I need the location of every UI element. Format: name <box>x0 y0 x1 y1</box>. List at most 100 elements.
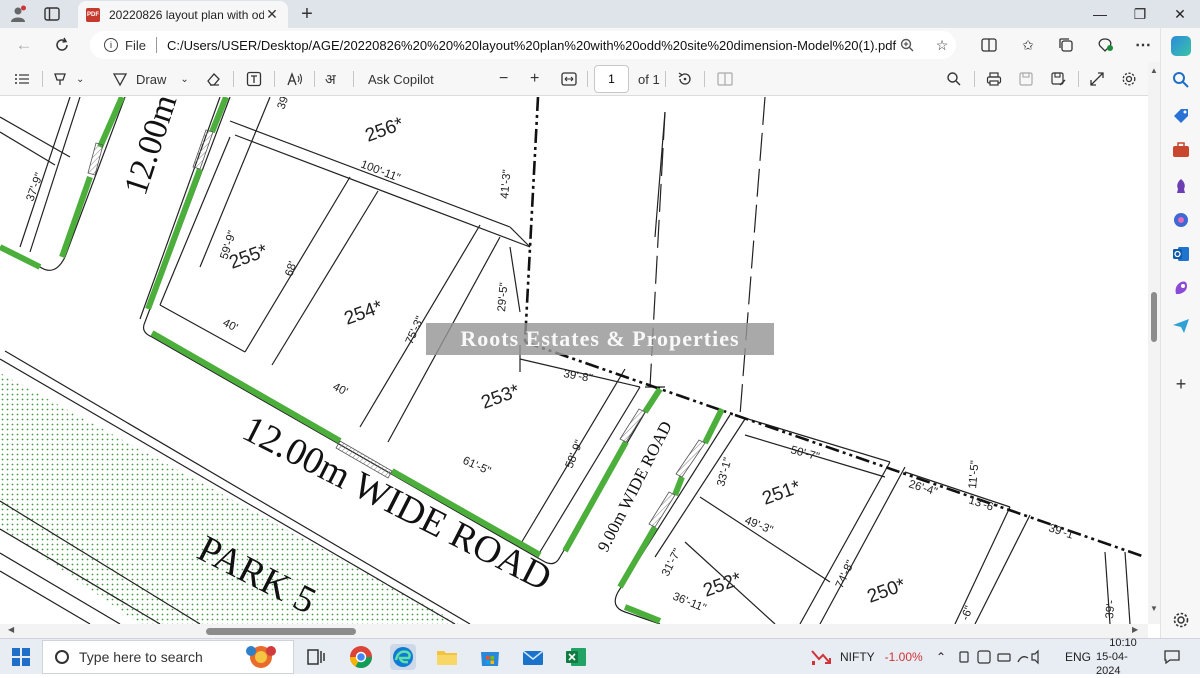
file-explorer-icon[interactable] <box>434 644 460 670</box>
ask-copilot-button[interactable]: Ask Copilot <box>368 70 434 88</box>
chevron-down-icon[interactable]: ⌄ <box>76 74 84 85</box>
zoom-icon[interactable] <box>897 36 917 54</box>
microsoft-store-icon[interactable] <box>477 644 503 670</box>
outlook-icon[interactable] <box>1171 244 1191 264</box>
restore-button[interactable]: ❐ <box>1120 0 1160 28</box>
stock-widget[interactable]: NIFTY -1.00% <box>810 639 923 675</box>
find-icon[interactable] <box>946 70 962 88</box>
page-total-label: of 1 <box>638 71 660 87</box>
notifications-icon[interactable] <box>1163 639 1181 675</box>
dim-label: 68' <box>283 260 299 278</box>
dim-label: 49'-3" <box>743 515 775 537</box>
save-icon[interactable] <box>1018 70 1034 88</box>
draw-tool[interactable]: Draw ⌄ <box>112 70 189 88</box>
vertical-scroll-thumb[interactable] <box>1151 292 1157 342</box>
address-bar-row: ← i File C:/Users/USER/Desktop/AGE/20220… <box>0 28 1160 62</box>
copilot-icon[interactable] <box>1171 36 1191 56</box>
layout-plan-drawing: 12.00m WIDE ROAD 12.00m 9.00m WIDE ROAD … <box>0 97 1146 624</box>
nifty-value: -1.00% <box>884 650 923 664</box>
favorite-star-icon[interactable]: ☆ <box>932 36 952 54</box>
text-box-icon[interactable] <box>246 70 262 88</box>
browser-essentials-icon[interactable] <box>1095 36 1115 54</box>
print-icon[interactable] <box>986 70 1002 88</box>
edge-icon[interactable] <box>390 644 416 670</box>
collections-icon[interactable] <box>1056 36 1076 54</box>
fit-width-icon[interactable] <box>561 70 577 88</box>
search-icon[interactable] <box>1171 70 1191 90</box>
designer-icon[interactable] <box>1171 278 1191 298</box>
page-view-icon[interactable] <box>717 70 733 88</box>
road-side-label: 9.00m WIDE ROAD <box>594 418 676 555</box>
dim-label: 39'-8" <box>562 368 593 385</box>
dim-label: 39' <box>276 97 292 111</box>
scroll-up-icon[interactable]: ▲ <box>1150 66 1158 75</box>
tools-briefcase-icon[interactable] <box>1171 140 1191 160</box>
toolbar-divider <box>704 71 705 87</box>
split-screen-icon[interactable] <box>979 36 999 54</box>
mail-icon[interactable] <box>520 644 546 670</box>
dashed-guide-lines <box>649 97 766 416</box>
favorites-icon[interactable]: ✩ <box>1018 36 1038 54</box>
read-aloud-icon[interactable] <box>286 70 304 88</box>
scroll-down-icon[interactable]: ▼ <box>1150 604 1158 613</box>
toolbar-divider <box>42 71 43 87</box>
info-icon[interactable]: i <box>104 38 118 52</box>
edge-sidebar: + <box>1160 28 1200 638</box>
search-icon <box>55 650 69 664</box>
horizontal-scrollbar[interactable]: ◀ ▶ <box>0 624 1148 638</box>
eraser-icon[interactable] <box>205 70 221 88</box>
horizontal-scroll-thumb[interactable] <box>206 628 356 635</box>
pdf-page-viewport[interactable]: 12.00m WIDE ROAD 12.00m 9.00m WIDE ROAD … <box>0 97 1148 624</box>
plot-label-252: 252* <box>701 568 745 601</box>
scroll-left-icon[interactable]: ◀ <box>8 625 14 634</box>
highlight-icon[interactable]: ⌄ <box>52 70 84 88</box>
settings-more-icon[interactable]: ⋯ <box>1133 36 1153 54</box>
zoom-in-button[interactable]: + <box>530 70 539 88</box>
chrome-icon[interactable] <box>348 644 374 670</box>
pdf-file-icon: PDF <box>86 7 100 22</box>
refresh-button[interactable] <box>50 34 74 56</box>
tab-close-icon[interactable]: ✕ <box>264 6 280 23</box>
dim-label: 31'-7" <box>660 547 684 579</box>
chevron-down-icon[interactable]: ⌄ <box>180 74 188 85</box>
language-indicator[interactable]: ENG <box>1065 639 1091 675</box>
profile-icon[interactable] <box>8 5 28 23</box>
new-tab-button[interactable]: + <box>296 3 318 25</box>
save-as-icon[interactable] <box>1050 70 1066 88</box>
url-divider <box>155 37 157 53</box>
toolbar-divider <box>974 71 975 87</box>
fullscreen-icon[interactable] <box>1089 70 1105 88</box>
show-hidden-icons-chevron-icon[interactable]: ⌃ <box>936 639 946 675</box>
nifty-label: NIFTY <box>840 650 875 664</box>
rotate-icon[interactable] <box>677 70 693 88</box>
minimize-button[interactable]: — <box>1080 0 1120 28</box>
clock[interactable]: 10:10 15-04-2024 <box>1096 637 1150 677</box>
shopping-tag-icon[interactable] <box>1171 106 1191 126</box>
dim-label: 40' <box>331 381 350 399</box>
zoom-out-button[interactable]: − <box>499 70 508 88</box>
page-number-input[interactable] <box>594 65 629 93</box>
url-field[interactable]: i File C:/Users/USER/Desktop/AGE/2022082… <box>90 31 956 59</box>
task-view-icon[interactable] <box>303 644 329 670</box>
add-sidebar-app-button[interactable]: + <box>1171 374 1191 394</box>
vertical-scrollbar[interactable]: ▲ ▼ <box>1148 62 1160 624</box>
send-icon[interactable] <box>1171 316 1191 336</box>
games-chess-icon[interactable] <box>1171 176 1191 196</box>
excel-icon[interactable] <box>563 644 589 670</box>
draw-label: Draw <box>136 71 167 87</box>
scroll-right-icon[interactable]: ▶ <box>1132 625 1138 634</box>
pdf-settings-gear-icon[interactable] <box>1121 70 1137 88</box>
start-button[interactable] <box>12 648 30 666</box>
close-window-button[interactable]: ✕ <box>1160 0 1200 28</box>
tab-actions-icon[interactable] <box>42 5 62 23</box>
dim-label: 13'-6" <box>967 494 999 514</box>
microsoft-365-icon[interactable] <box>1171 210 1191 230</box>
back-button[interactable]: ← <box>12 34 36 56</box>
sidebar-settings-gear-icon[interactable] <box>1171 610 1191 630</box>
translate-icon[interactable]: अ <box>325 70 336 88</box>
tab-active-pdf[interactable]: PDF 20220826 layout plan with odd site d… <box>78 1 288 28</box>
search-highlight-icon[interactable] <box>242 643 276 669</box>
windows-taskbar: Type here to search NIFTY -1.00% ⌃ ENG 1… <box>0 637 1200 677</box>
contents-icon[interactable] <box>14 70 30 88</box>
url-scheme-label: File <box>125 37 146 53</box>
